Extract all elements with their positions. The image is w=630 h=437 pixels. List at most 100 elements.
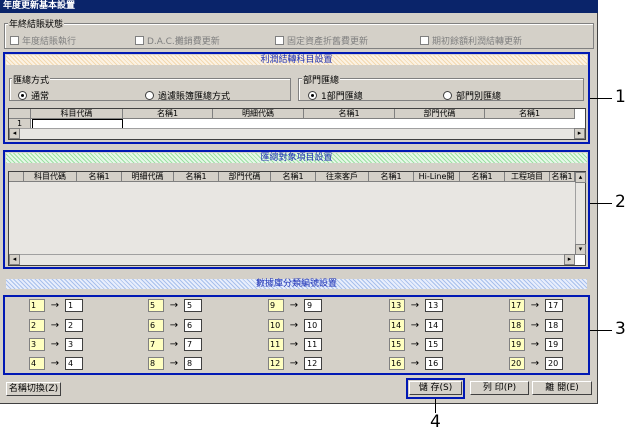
arrow-right-icon: → [169, 338, 179, 350]
profit-account-grid[interactable]: 科目代碼 名稱1 明細代碼 名稱1 部門代碼 名稱1 1 ◂ ▸ [8, 108, 586, 140]
target-category-field[interactable]: 13 [425, 298, 443, 312]
scroll-right-icon[interactable]: ▸ [564, 254, 575, 265]
grid-header-cell: 名稱1 [271, 172, 316, 182]
target-category-field[interactable]: 4 [65, 356, 83, 370]
summary-method-title: 匯總方式 [12, 73, 51, 86]
dept-each-radio[interactable]: 部門別匯總 [443, 89, 501, 102]
target-category-field[interactable]: 1 [65, 298, 83, 312]
scroll-up-icon[interactable]: ▴ [575, 172, 586, 183]
grid-header-cell: 名稱1 [77, 172, 122, 182]
year-end-closing-checkbox[interactable]: 年度結賬執行 [10, 34, 76, 47]
grid-header: 科目代碼 名稱1 明細代碼 名稱1 部門代碼 名稱1 [9, 109, 575, 119]
target-category-field[interactable]: 10 [304, 318, 322, 332]
checkbox-label: D.A.C.攤銷費更新 [147, 37, 220, 47]
target-category-field[interactable]: 14 [425, 318, 443, 332]
source-category-field[interactable]: 14 [389, 318, 405, 332]
close-button[interactable]: 離 開(E) [532, 381, 592, 395]
source-category-field[interactable]: 7 [148, 337, 164, 351]
arrow-right-icon: → [169, 319, 179, 331]
target-category-field[interactable]: 11 [304, 337, 322, 351]
opening-balance-update-checkbox[interactable]: 期初餘額利潤結轉更新 [420, 34, 522, 47]
grid-header-cell: 科目代碼 [31, 109, 123, 119]
source-category-field[interactable]: 1 [29, 298, 45, 312]
radio-label: 通常 [31, 92, 50, 102]
callout-line-4 [435, 399, 436, 413]
horizontal-scrollbar[interactable]: ◂ ▸ [9, 128, 585, 139]
summary-items-grid[interactable]: 科目代碼 名稱1 明細代碼 名稱1 部門代碼 名稱1 往來客戶 名稱1 Hi-L… [8, 171, 586, 266]
scroll-left-icon[interactable]: ◂ [9, 128, 20, 139]
target-category-field[interactable]: 9 [304, 298, 322, 312]
summary-items-banner: 匯總對象項目設置 [6, 153, 587, 163]
arrow-right-icon: → [50, 319, 60, 331]
grid-header-cell: Hi-Line開 [414, 172, 460, 182]
vertical-scrollbar[interactable]: ▴ ▾ [575, 172, 586, 255]
callout-1: 1 [615, 87, 626, 107]
source-category-field[interactable]: 13 [389, 298, 405, 312]
target-category-field[interactable]: 2 [65, 318, 83, 332]
switch-name-button[interactable]: 名稱切換(Z) [6, 382, 61, 396]
target-category-field[interactable]: 3 [65, 337, 83, 351]
source-category-field[interactable]: 16 [389, 356, 405, 370]
source-category-field[interactable]: 2 [29, 318, 45, 332]
grid-header-cell: 名稱1 [485, 109, 575, 119]
category-mapping-pair: 12 → 12 [268, 356, 322, 370]
year-end-status-title: 年終結賬狀態 [8, 17, 65, 30]
method-filter-radio[interactable]: 過濾賬簿匯總方式 [145, 89, 230, 102]
arrow-right-icon: → [289, 357, 299, 369]
target-category-field[interactable]: 12 [304, 356, 322, 370]
target-category-field[interactable]: 6 [184, 318, 202, 332]
source-category-field[interactable]: 15 [389, 337, 405, 351]
callout-4: 4 [430, 412, 441, 432]
category-mapping-pair: 3 → 3 [29, 337, 83, 351]
source-category-field[interactable]: 8 [148, 356, 164, 370]
source-category-field[interactable]: 18 [509, 318, 525, 332]
source-category-field[interactable]: 20 [509, 356, 525, 370]
source-category-field[interactable]: 4 [29, 356, 45, 370]
grid-header-cell: 科目代碼 [24, 172, 77, 182]
grid-header-cell [9, 172, 24, 182]
grid-header-cell: 名稱1 [460, 172, 505, 182]
checkbox-label: 固定資產折舊費更新 [287, 37, 369, 47]
window-title: 年度更新基本設置 [0, 0, 598, 13]
source-category-field[interactable]: 9 [268, 298, 284, 312]
radio-label: 1部門匯總 [321, 92, 363, 102]
source-category-field[interactable]: 12 [268, 356, 284, 370]
save-button[interactable]: 儲 存(S) [409, 381, 462, 395]
print-button[interactable]: 列 印(P) [470, 381, 529, 395]
scroll-left-icon[interactable]: ◂ [9, 254, 20, 265]
target-category-field[interactable]: 5 [184, 298, 202, 312]
target-category-field[interactable]: 18 [545, 318, 563, 332]
arrow-right-icon: → [50, 299, 60, 311]
callout-3: 3 [615, 319, 626, 339]
target-category-field[interactable]: 15 [425, 337, 443, 351]
grid-header-cell: 往來客戶 [316, 172, 369, 182]
source-category-field[interactable]: 6 [148, 318, 164, 332]
grid-header-cell: 名稱1 [174, 172, 219, 182]
target-category-field[interactable]: 16 [425, 356, 443, 370]
radio-label: 部門別匯總 [456, 92, 502, 102]
grid-header-cell: 名稱1 [369, 172, 414, 182]
source-category-field[interactable]: 3 [29, 337, 45, 351]
dac-update-checkbox[interactable]: D.A.C.攤銷費更新 [135, 34, 220, 47]
method-normal-radio[interactable]: 通常 [18, 89, 49, 102]
target-category-field[interactable]: 8 [184, 356, 202, 370]
target-category-field[interactable]: 19 [545, 337, 563, 351]
source-category-field[interactable]: 17 [509, 298, 525, 312]
fixed-asset-update-checkbox[interactable]: 固定資產折舊費更新 [275, 34, 368, 47]
source-category-field[interactable]: 5 [148, 298, 164, 312]
source-category-field[interactable]: 10 [268, 318, 284, 332]
target-category-field[interactable]: 7 [184, 337, 202, 351]
category-mapping-pair: 6 → 6 [148, 318, 202, 332]
dept-single-radio[interactable]: 1部門匯總 [308, 89, 363, 102]
source-category-field[interactable]: 19 [509, 337, 525, 351]
scroll-down-icon[interactable]: ▾ [575, 244, 586, 255]
horizontal-scrollbar[interactable]: ◂ ▸ [9, 254, 575, 265]
grid-header-cell: 部門代碼 [219, 172, 271, 182]
callout-2: 2 [615, 192, 626, 212]
arrow-right-icon: → [410, 357, 420, 369]
source-category-field[interactable]: 11 [268, 337, 284, 351]
scroll-right-icon[interactable]: ▸ [574, 128, 585, 139]
target-category-field[interactable]: 20 [545, 356, 563, 370]
target-category-field[interactable]: 17 [545, 298, 563, 312]
category-mapping-pair: 20 → 20 [509, 356, 563, 370]
